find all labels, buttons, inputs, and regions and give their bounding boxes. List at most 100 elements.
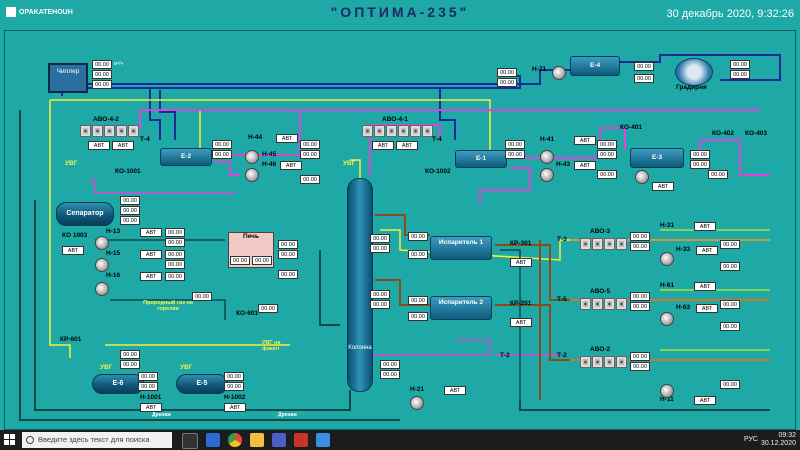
avo42-mode-button[interactable]: АВТ xyxy=(88,141,110,150)
app-icon[interactable] xyxy=(316,433,330,447)
avo41-mode-button-2[interactable]: АВТ xyxy=(396,141,418,150)
value-readout: 00.00 xyxy=(278,250,298,259)
clock-date: 30.12.2020 xyxy=(760,440,796,447)
h1002-mode-button[interactable]: АВТ xyxy=(224,403,246,412)
value-readout: 00.00 xyxy=(408,296,428,305)
ko1001-label: КО-1001 xyxy=(115,168,141,175)
pump-h3[interactable] xyxy=(635,170,649,184)
kr301-mode-button[interactable]: АВТ xyxy=(510,258,532,267)
pump-h44-label: Н-44 xyxy=(248,134,263,141)
task-view-icon[interactable] xyxy=(182,433,198,449)
h16-mode-button[interactable]: АВТ xyxy=(140,272,162,281)
h63-mode-button[interactable]: АВТ xyxy=(696,304,718,313)
cooling-tower-icon[interactable] xyxy=(675,58,713,86)
pump-h63[interactable] xyxy=(660,312,674,326)
h44-mode-button[interactable]: АВТ xyxy=(276,134,298,143)
avo2-fans[interactable] xyxy=(580,356,627,368)
app-icon[interactable] xyxy=(294,433,308,447)
evaporator-2[interactable]: Испаритель 2 xyxy=(430,296,492,320)
taskbar-search[interactable]: Введите здесь текст для поиска xyxy=(22,432,172,448)
pump-h21-label: Н-21 xyxy=(410,386,425,393)
pump-h33[interactable] xyxy=(660,252,674,266)
value-readout: 00.00 xyxy=(165,250,185,259)
pump-h71-label: Н-71 xyxy=(532,66,547,73)
e5-label: Е-5 xyxy=(196,380,208,387)
distillation-column[interactable]: Колонна xyxy=(347,178,373,392)
value-readout: 00.00 xyxy=(278,240,298,249)
evaporator-1[interactable]: Испаритель 1 xyxy=(430,236,492,260)
language-indicator[interactable]: РУС xyxy=(744,436,758,443)
pump-h42[interactable] xyxy=(540,150,554,164)
h3-mode-button[interactable]: АВТ xyxy=(652,182,674,191)
exchanger-e4[interactable]: Е-4 xyxy=(570,56,620,76)
h46-mode-button[interactable]: АВТ xyxy=(280,161,302,170)
pump-h21[interactable] xyxy=(410,396,424,410)
value-readout: 00.00 xyxy=(120,206,140,215)
avo42-mode-button-2[interactable]: АВТ xyxy=(112,141,134,150)
fan-icon xyxy=(604,356,615,368)
separator[interactable]: Сепаратор xyxy=(56,202,114,226)
pump-h46[interactable] xyxy=(245,168,259,182)
t4a-label: Т-4 xyxy=(140,136,150,143)
pump-h13[interactable] xyxy=(95,236,109,250)
exchanger-e1[interactable]: Е-1 xyxy=(455,150,507,168)
value-readout: 00.00 xyxy=(370,244,390,253)
t2a-label: Т-2 xyxy=(557,352,567,359)
system-clock[interactable]: 09:32 30.12.2020 xyxy=(761,432,796,448)
pump-h16[interactable] xyxy=(95,282,109,296)
pump-h43[interactable] xyxy=(540,168,554,182)
pump-h11[interactable] xyxy=(660,384,674,398)
avo41-mode-button[interactable]: АВТ xyxy=(372,141,394,150)
ubg-label-3: УВГ xyxy=(100,364,113,371)
h61-mode-button[interactable]: АВТ xyxy=(694,282,716,291)
mail-icon[interactable] xyxy=(272,433,286,447)
start-button[interactable] xyxy=(4,434,16,446)
pump-h71[interactable] xyxy=(552,66,566,80)
windows-logo-icon xyxy=(4,440,9,445)
kr201-label: КР-201 xyxy=(510,300,532,307)
fan-icon xyxy=(374,125,385,137)
value-readout: 00.00 xyxy=(370,234,390,243)
edge-icon[interactable] xyxy=(206,433,220,447)
value-readout: 00.00 xyxy=(138,372,158,381)
pump-h45-label: Н-45 xyxy=(262,151,277,158)
h1001-mode-button[interactable]: АВТ xyxy=(140,403,162,412)
value-readout: 00.00 xyxy=(120,216,140,225)
kr201-mode-button[interactable]: АВТ xyxy=(510,318,532,327)
pump-h46-label: Н-46 xyxy=(262,161,277,168)
value-readout: 00.00 xyxy=(212,150,232,159)
avo42-fans[interactable] xyxy=(80,125,139,137)
fan-icon xyxy=(604,238,615,250)
chrome-icon[interactable] xyxy=(228,433,242,447)
h13-mode-button[interactable]: АВТ xyxy=(140,228,162,237)
vessel-e5[interactable]: Е-5 xyxy=(176,374,228,394)
exchanger-e3[interactable]: Е-3 xyxy=(630,148,684,168)
value-readout: 00.00 xyxy=(597,170,617,179)
value-readout: 00.00 xyxy=(634,62,654,71)
avo41-fans[interactable] xyxy=(362,125,433,137)
chiller-unit[interactable]: Чиллер xyxy=(48,63,88,93)
h41-mode-button[interactable]: АВТ xyxy=(574,136,596,145)
value-readout: 00.00 xyxy=(380,360,400,369)
exchanger-e2[interactable]: Е-2 xyxy=(160,148,212,166)
h31-mode-button[interactable]: АВТ xyxy=(694,222,716,231)
ubg-label-2: УВГ xyxy=(343,160,356,167)
h33-mode-button[interactable]: АВТ xyxy=(696,246,718,255)
ko1003-mode-button[interactable]: АВТ xyxy=(62,246,84,255)
h11-mode-button[interactable]: АВТ xyxy=(694,396,716,405)
h43-mode-button[interactable]: АВТ xyxy=(574,161,596,170)
pump-h45[interactable] xyxy=(245,150,259,164)
value-readout: 00.00 xyxy=(230,256,250,265)
h15-mode-button[interactable]: АВТ xyxy=(140,250,162,259)
pump-h43-label: Н-43 xyxy=(556,161,571,168)
value-readout: 00.00 xyxy=(138,382,158,391)
avo5-fans[interactable] xyxy=(580,298,627,310)
value-readout: 00.00 xyxy=(720,380,740,389)
value-readout: 00.00 xyxy=(165,238,185,247)
pump-h15[interactable] xyxy=(95,258,109,272)
file-explorer-icon[interactable] xyxy=(250,433,264,447)
avo3-fans[interactable] xyxy=(580,238,627,250)
separator-label: Сепаратор xyxy=(66,210,104,217)
vessel-e6[interactable]: Е-6 xyxy=(92,374,144,394)
h21-mode-button[interactable]: АВТ xyxy=(444,386,466,395)
